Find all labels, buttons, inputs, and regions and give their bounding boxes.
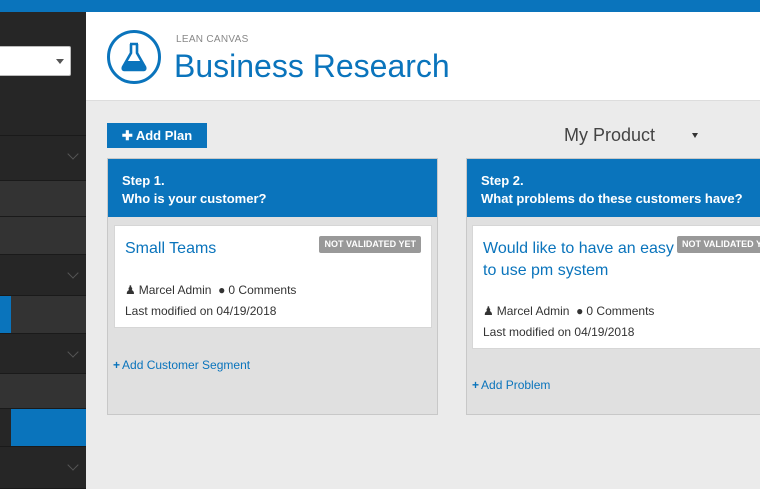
card-title-line: to use pm system: [483, 262, 609, 279]
sidebar-header: [0, 12, 86, 97]
add-plan-button[interactable]: ✚ Add Plan: [107, 123, 207, 148]
comments-icon: ●: [576, 304, 584, 318]
column-question: Who is your customer?: [122, 191, 267, 206]
caret-down-icon: [692, 133, 698, 138]
sidebar-item[interactable]: [0, 447, 86, 489]
sidebar-item-active[interactable]: [0, 296, 86, 334]
card-meta: ♟ Marcel Admin ● 0 Comments: [483, 304, 654, 318]
canvas-column-customers: Step 1. Who is your customer? Small Team…: [107, 158, 438, 415]
top-accent-bar: [0, 0, 760, 12]
sidebar-item[interactable]: [0, 334, 86, 374]
status-badge: NOT VALIDATED YET: [677, 236, 760, 253]
card-author: Marcel Admin: [496, 304, 570, 318]
status-badge: NOT VALIDATED YET: [319, 236, 421, 253]
add-link-label: Add Customer Segment: [122, 358, 251, 372]
card-title[interactable]: Small Teams: [125, 238, 216, 260]
sidebar-item[interactable]: [0, 97, 86, 136]
user-icon: ♟: [483, 304, 494, 318]
sidebar: [0, 12, 86, 489]
page-title: Business Research: [174, 48, 450, 84]
sidebar-item[interactable]: [0, 136, 86, 181]
column-step: Step 1.: [122, 173, 165, 188]
card-title-line: Would like to have an easy: [483, 240, 674, 257]
sidebar-item[interactable]: [0, 181, 86, 217]
card-meta: ♟ Marcel Admin ● 0 Comments: [125, 283, 296, 297]
canvas-column-problems: Step 2. What problems do these customers…: [466, 158, 760, 415]
column-header: Step 1. Who is your customer?: [108, 159, 437, 217]
card-modified: Last modified on 04/19/2018: [483, 325, 635, 339]
product-select-value: My Product: [564, 125, 656, 145]
product-select[interactable]: My Product: [564, 125, 704, 149]
add-plan-label: Add Plan: [135, 128, 193, 143]
add-customer-segment-link[interactable]: + Add Customer Segment: [113, 358, 250, 372]
page-header: LEAN CANVAS Business Research: [86, 12, 760, 101]
chevron-down-icon: [67, 267, 79, 279]
card-title[interactable]: Would like to have an easy to use pm sys…: [483, 238, 674, 282]
sidebar-item[interactable]: [0, 217, 86, 255]
chevron-down-icon: [67, 459, 79, 471]
sidebar-item-selected[interactable]: [0, 409, 86, 447]
card-modified: Last modified on 04/19/2018: [125, 304, 277, 318]
sidebar-item[interactable]: [0, 374, 86, 409]
sidebar-item[interactable]: [0, 255, 86, 296]
flask-icon: [107, 30, 161, 84]
plus-icon: ✚: [121, 128, 136, 143]
card-comments: 0 Comments: [228, 283, 297, 297]
chevron-down-icon: [67, 148, 79, 160]
chevron-down-icon: [56, 59, 64, 64]
column-step: Step 2.: [481, 173, 524, 188]
plus-icon: +: [113, 358, 121, 372]
column-question: What problems do these customers have?: [481, 191, 743, 206]
project-select[interactable]: [0, 46, 71, 76]
plus-icon: +: [472, 378, 480, 392]
add-link-label: Add Problem: [481, 378, 551, 392]
card-author: Marcel Admin: [138, 283, 212, 297]
card-comments: 0 Comments: [586, 304, 655, 318]
active-indicator: [0, 296, 11, 333]
canvas-card[interactable]: Small Teams NOT VALIDATED YET ♟ Marcel Ad…: [114, 225, 432, 328]
column-header: Step 2. What problems do these customers…: [467, 159, 760, 217]
canvas-card[interactable]: Would like to have an easy to use pm sys…: [472, 225, 760, 349]
main-content: ✚ Add Plan My Product Step 1. Who is you…: [86, 101, 760, 489]
add-problem-link[interactable]: + Add Problem: [472, 378, 550, 392]
chevron-down-icon: [67, 346, 79, 358]
user-icon: ♟: [125, 283, 136, 297]
selected-highlight: [11, 409, 86, 446]
comments-icon: ●: [218, 283, 226, 297]
page-subtitle: LEAN CANVAS: [176, 34, 249, 45]
